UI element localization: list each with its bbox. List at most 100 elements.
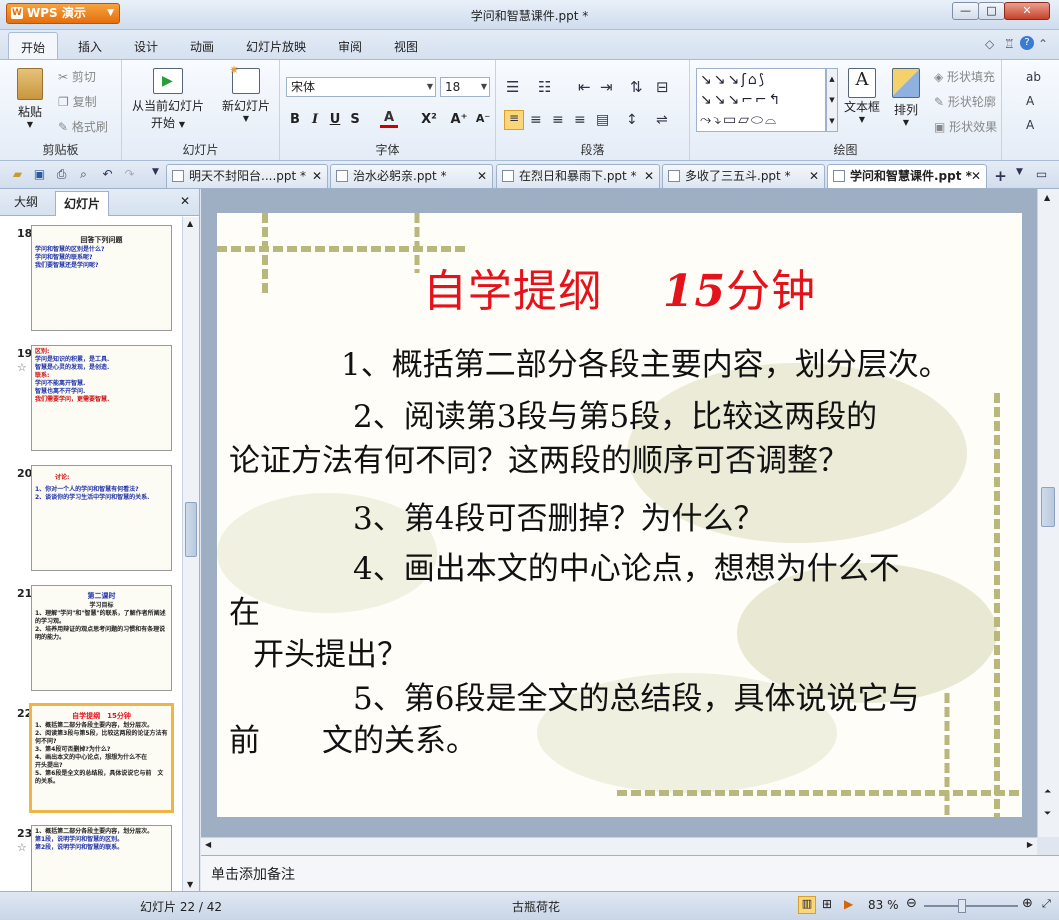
panel-scroll-thumb[interactable] (185, 502, 197, 557)
tab-home[interactable]: 开始 (8, 32, 59, 59)
zoom-slider[interactable] (924, 905, 1018, 907)
slide-thumbnail-selected[interactable]: 自学提纲 15分钟 1、概括第二部分各段主要内容，划分层次。 2、阅读第3段与第… (29, 703, 174, 813)
justify-icon[interactable]: ≡ (574, 112, 586, 128)
arrange-button[interactable]: 排列 ▼ (888, 68, 924, 127)
tab-animation[interactable]: 动画 (190, 38, 214, 55)
indent-icon[interactable]: ⇥ (600, 78, 613, 96)
grow-font-button[interactable]: A⁺ (450, 112, 468, 127)
maximize-button[interactable]: □ (978, 2, 1005, 20)
customize-icon[interactable]: ▼ (148, 167, 163, 182)
bold-button[interactable]: B (286, 112, 304, 127)
close-icon[interactable]: ✕ (644, 165, 654, 187)
align-left-button[interactable]: ≡ (504, 110, 524, 130)
slide-thumbnail[interactable]: 区别: 学问是知识的积累，是工具. 智慧是心灵的发现，是创造. 联系: 学问不能… (31, 345, 172, 451)
tab-list-icon[interactable]: ▼ (1012, 167, 1027, 182)
scroll-left-icon[interactable]: ◀ (205, 840, 211, 849)
tab-review[interactable]: 审阅 (338, 38, 362, 55)
slideshow-view-icon[interactable]: ▶ (844, 897, 853, 911)
text-effect-icon[interactable]: ab (1026, 70, 1041, 84)
slide-vertical-scrollbar[interactable]: ▲ ⏶ ⏷ (1037, 189, 1059, 837)
doc-tab[interactable]: 治水必躬亲.ppt * ✕ (330, 164, 493, 188)
text-fill-icon[interactable]: A (1026, 94, 1034, 108)
slide-thumbnail[interactable]: 1、概括第二部分各段主要内容，划分层次。 第1段，说明学问和智慧的区别。 第2段… (31, 825, 172, 891)
window-layout-icon[interactable]: ▭ (1034, 167, 1049, 182)
tab-insert[interactable]: 插入 (78, 38, 102, 55)
close-button[interactable]: ✕ (1004, 2, 1050, 20)
shape-outline-button[interactable]: ✎ 形状轮廓 (934, 93, 996, 110)
tab-outline[interactable]: 大纲 (14, 193, 38, 210)
slide-scroll-thumb[interactable] (1041, 487, 1055, 527)
open-icon[interactable]: ▰ (10, 167, 25, 182)
bullets-icon[interactable]: ☰ (506, 78, 519, 96)
gallery-scroll[interactable]: ▲ ▼ ▼ (826, 68, 838, 132)
scroll-down-icon[interactable]: ▼ (187, 880, 193, 889)
shape-fill-button[interactable]: ◈ 形状填充 (934, 68, 995, 85)
superscript-button[interactable]: X² (420, 112, 438, 127)
align-text-icon[interactable]: ⊟ (656, 78, 669, 96)
sorter-view-icon[interactable]: ⊞ (822, 897, 832, 911)
panel-scrollbar[interactable]: ▲ ▼ (182, 217, 199, 891)
cut-button[interactable]: ✂ 剪切 (58, 68, 96, 85)
format-painter-button[interactable]: ✎ 格式刷 (58, 118, 108, 135)
distribute-icon[interactable]: ▤ (596, 112, 609, 128)
doc-tab-active[interactable]: 学问和智慧课件.ppt * ✕ (827, 164, 987, 188)
font-name-combo[interactable]: 宋体 ▼ (286, 77, 436, 97)
zoom-in-icon[interactable]: ⊕ (1022, 896, 1033, 911)
italic-button[interactable]: I (306, 112, 324, 127)
text-direction-icon[interactable]: ⇅ (630, 78, 643, 96)
slide-thumbnail[interactable]: 讨论: 1、你对一个人的学问和智慧有何看法? 2、谈谈你的学习生活中学问和智慧的… (31, 465, 172, 571)
close-icon[interactable]: ✕ (809, 165, 819, 187)
slide-thumbnail[interactable]: 回答下列问题 学问和智慧的区别是什么? 学问和智慧的联系呢? 我们要智慧还是学问… (31, 225, 172, 331)
tab-design[interactable]: 设计 (134, 38, 158, 55)
help-icon[interactable]: ? (1020, 36, 1034, 50)
next-slide-icon[interactable]: ⏷ (1044, 809, 1051, 819)
doc-tab[interactable]: 多收了三五斗.ppt * ✕ (662, 164, 825, 188)
close-icon[interactable]: ✕ (180, 194, 190, 208)
shapes-gallery[interactable]: ↘↘↘ʃ⌂⟆ ↘↘↘⌐⌐↰ ⤳⤵▭▱⬭⌓ (696, 68, 826, 132)
shirt-icon[interactable]: ♖ (1004, 37, 1015, 51)
close-icon[interactable]: ✕ (477, 165, 487, 187)
close-icon[interactable]: ✕ (312, 165, 322, 187)
minimize-button[interactable]: — (952, 2, 979, 20)
font-size-combo[interactable]: 18 ▼ (440, 77, 490, 97)
print-icon[interactable]: ⎙ (54, 167, 69, 182)
print-preview-icon[interactable]: ⌕ (76, 167, 91, 182)
new-slide-button[interactable]: ✷ 新幻灯片 ▼ (216, 63, 276, 123)
redo-icon[interactable]: ↷ (122, 167, 137, 182)
tab-view[interactable]: 视图 (394, 38, 418, 55)
outdent-icon[interactable]: ⇤ (578, 78, 591, 96)
shadow-button[interactable]: S (346, 112, 364, 127)
undo-icon[interactable]: ↶ (100, 167, 115, 182)
slide-horizontal-scrollbar[interactable]: ◀ ▶ (201, 837, 1037, 855)
doc-tab[interactable]: 明天不封阳台....ppt * ✕ (166, 164, 328, 188)
prev-slide-icon[interactable]: ⏶ (1044, 787, 1051, 797)
save-icon[interactable]: ▣ (32, 167, 47, 182)
scroll-up-icon[interactable]: ▲ (1044, 193, 1050, 202)
notes-pane[interactable]: 单击添加备注 (201, 855, 1059, 891)
skin-icon[interactable]: ◇ (985, 37, 994, 51)
slide-thumbnail[interactable]: 第二课时 学习目标 1、理解"学问"和"智慧"的联系，了解作者所阐述的学习观。 … (31, 585, 172, 691)
zoom-out-icon[interactable]: ⊖ (906, 896, 917, 911)
tab-slides[interactable]: 幻灯片 (55, 191, 110, 216)
shrink-font-button[interactable]: A⁻ (474, 112, 492, 125)
numbering-icon[interactable]: ☷ (538, 78, 551, 96)
line-spacing-icon[interactable]: ↕ (626, 112, 638, 128)
play-from-current-button[interactable]: ▶ 从当前幻灯片 开始 ▼ (126, 68, 210, 131)
textbox-button[interactable]: A 文本框 ▼ (842, 68, 882, 124)
tab-slideshow[interactable]: 幻灯片放映 (246, 38, 306, 55)
scroll-right-icon[interactable]: ▶ (1027, 840, 1033, 849)
collapse-ribbon-icon[interactable]: ⌃ (1038, 37, 1048, 51)
font-color-button[interactable]: A (380, 110, 398, 128)
slide[interactable]: 自学提纲 15分钟 1、概括第二部分各段主要内容，划分层次。 2、阅读第3段与第… (217, 213, 1022, 817)
zoom-slider-thumb[interactable] (958, 899, 966, 913)
fit-window-icon[interactable]: ⤢ (1042, 897, 1051, 911)
align-right-icon[interactable]: ≡ (552, 112, 564, 128)
paste-button[interactable]: 粘贴 ▼ (10, 68, 50, 129)
text-outline-icon[interactable]: A (1026, 118, 1034, 132)
shape-effect-button[interactable]: ▣ 形状效果 (934, 118, 997, 135)
scroll-up-icon[interactable]: ▲ (187, 219, 193, 228)
copy-button[interactable]: ❐ 复制 (58, 93, 97, 110)
close-icon[interactable]: ✕ (971, 165, 981, 187)
columns-icon[interactable]: ⇌ (656, 112, 668, 128)
doc-tab[interactable]: 在烈日和暴雨下.ppt * ✕ (496, 164, 660, 188)
